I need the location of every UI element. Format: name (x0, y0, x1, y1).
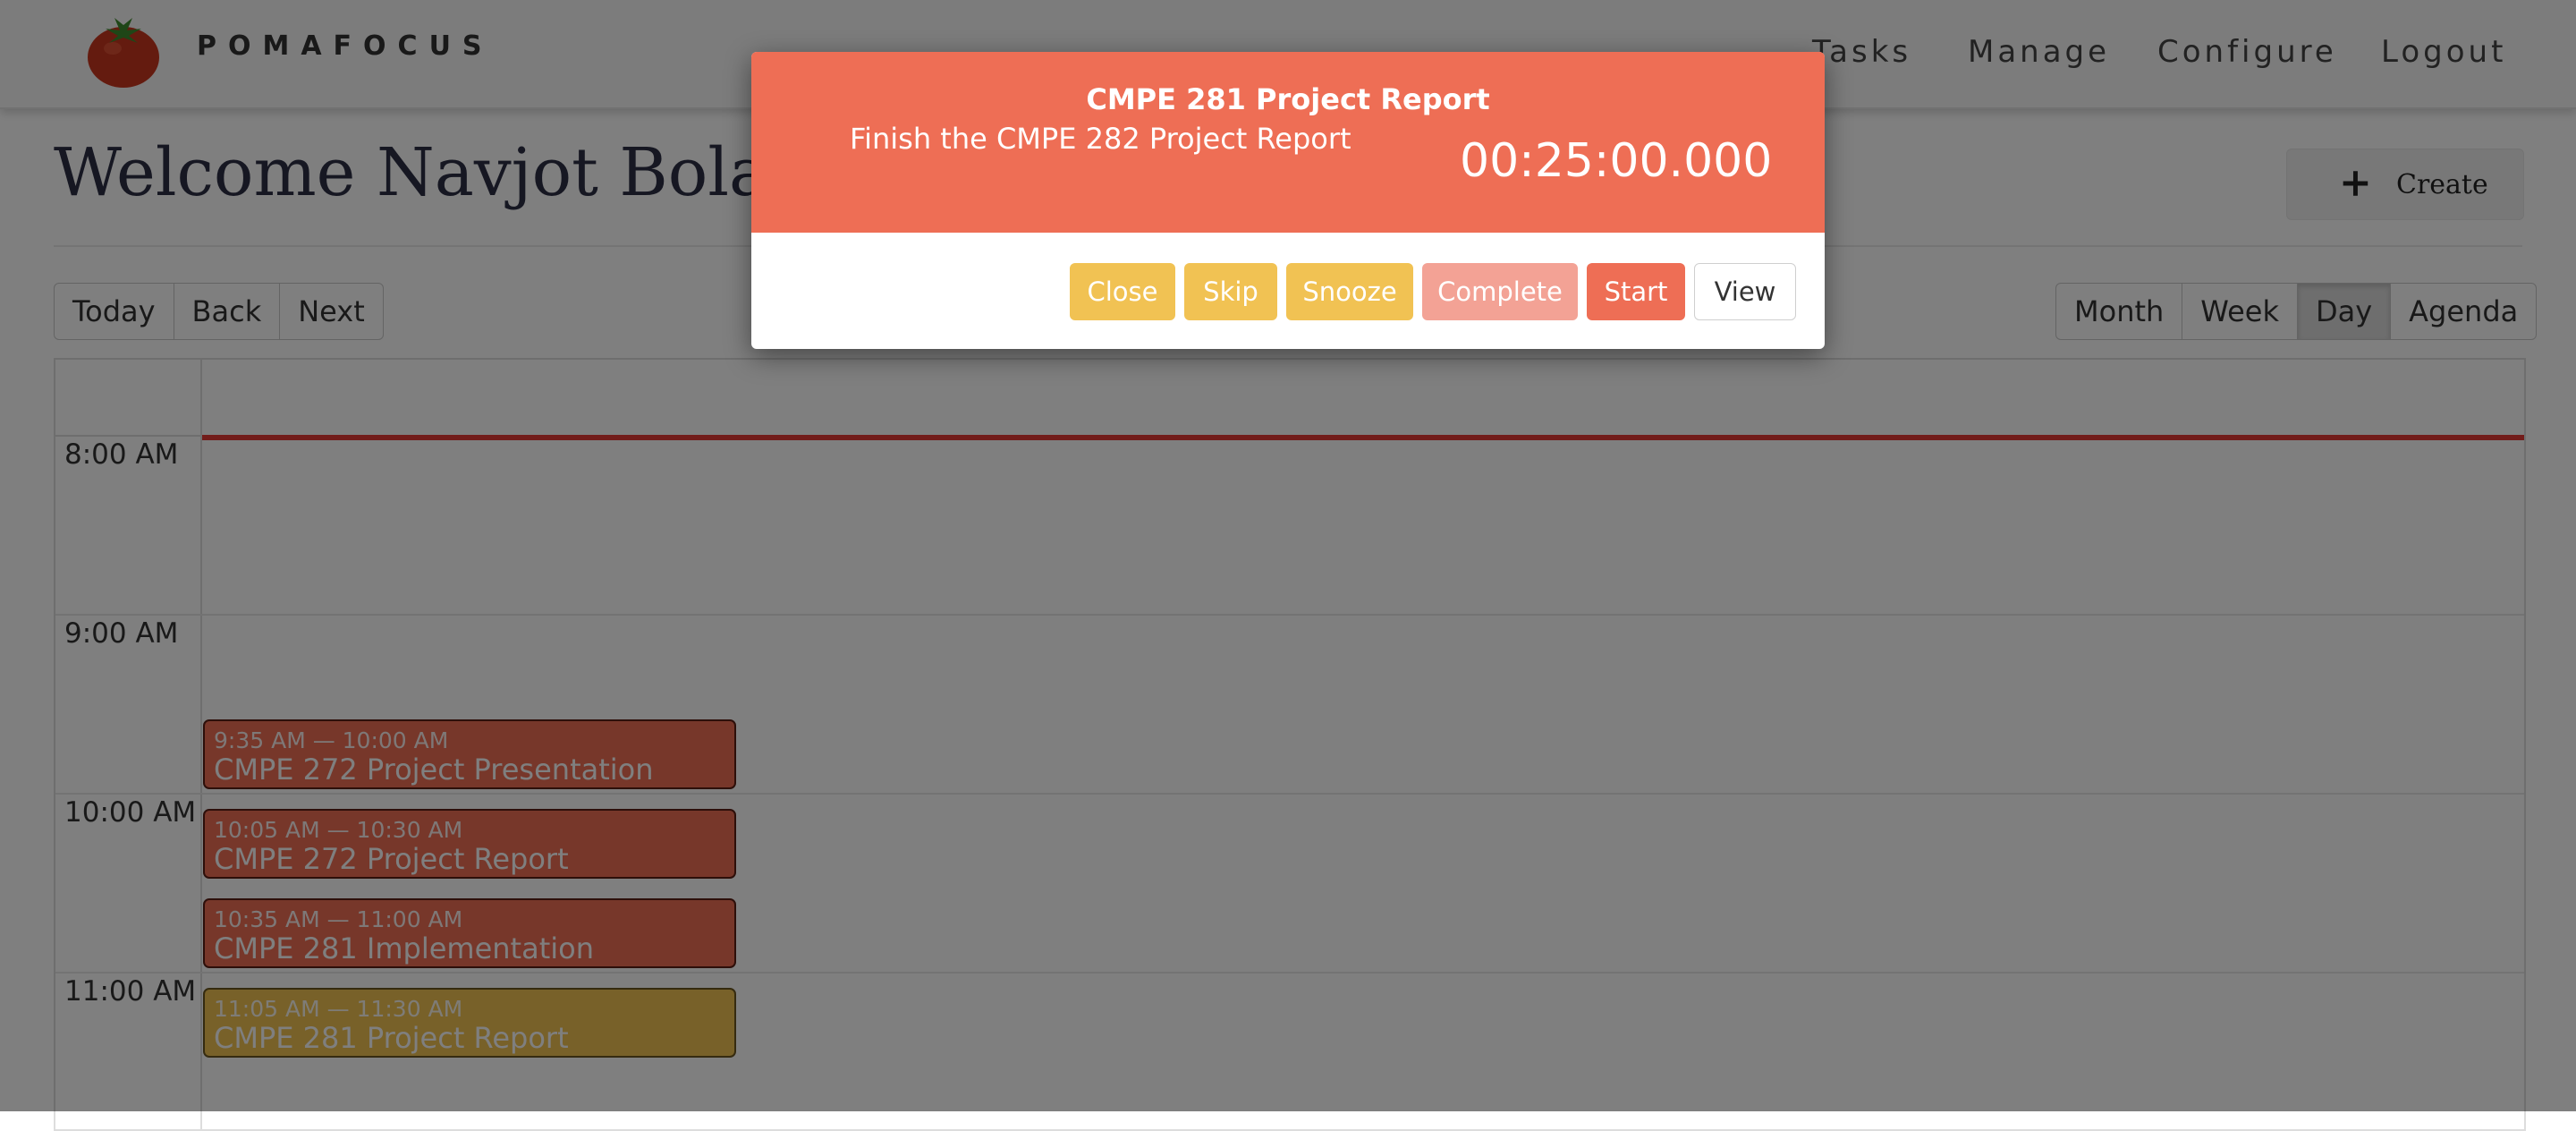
complete-button[interactable]: Complete (1422, 263, 1578, 320)
snooze-button[interactable]: Snooze (1286, 263, 1413, 320)
skip-button[interactable]: Skip (1184, 263, 1277, 320)
task-description: Finish the CMPE 282 Project Report (850, 122, 1352, 156)
view-button[interactable]: View (1694, 263, 1796, 320)
close-button[interactable]: Close (1070, 263, 1175, 320)
modal-header: CMPE 281 Project Report Finish the CMPE … (751, 52, 1825, 233)
countdown-timer: 00:25:00.000 (1460, 134, 1773, 188)
start-button[interactable]: Start (1587, 263, 1685, 320)
modal-title: CMPE 281 Project Report (1086, 82, 1490, 116)
pomodoro-modal: CMPE 281 Project Report Finish the CMPE … (751, 52, 1825, 349)
